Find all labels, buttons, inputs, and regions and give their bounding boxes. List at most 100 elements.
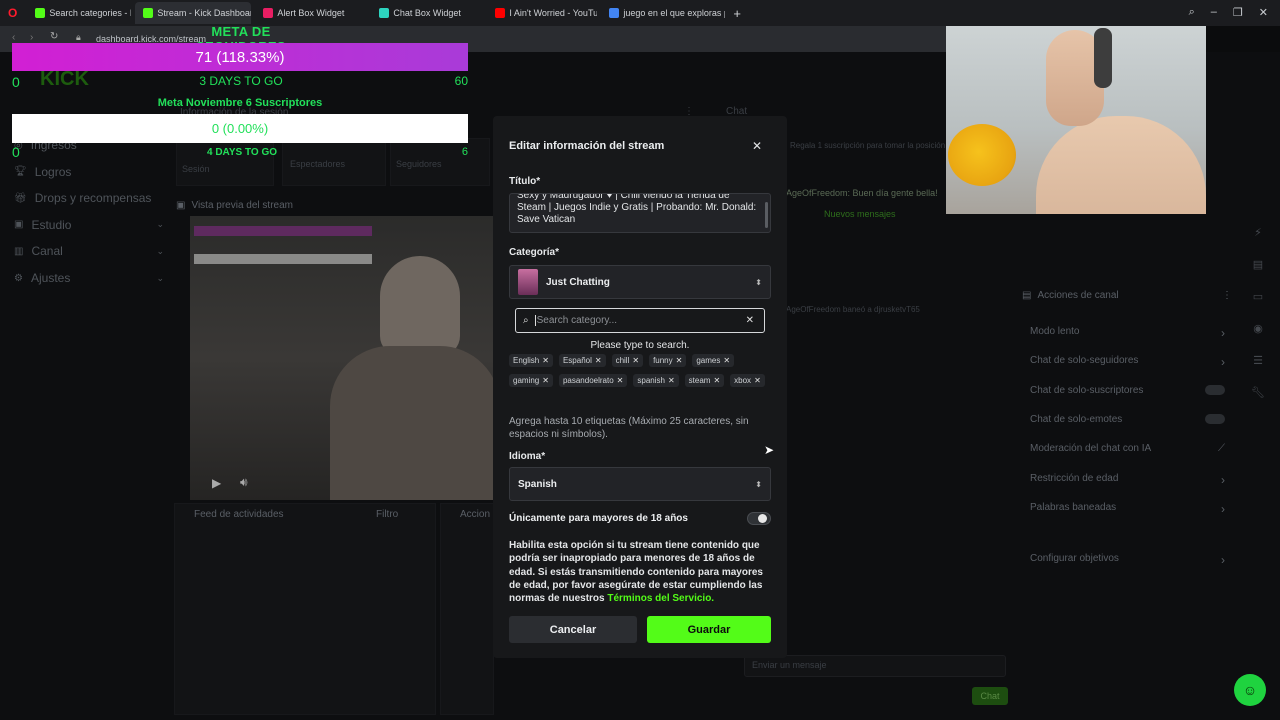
- back-icon[interactable]: ‹: [12, 32, 15, 43]
- search-icon[interactable]: ⌕: [1189, 6, 1195, 19]
- tab-favicon-icon: [609, 8, 620, 18]
- followers-label: Seguidores: [396, 159, 442, 169]
- toggle-switch[interactable]: [1205, 385, 1225, 395]
- tag-label: spanish: [637, 376, 665, 385]
- list-icon[interactable]: ☰: [1253, 354, 1263, 367]
- browser-tab[interactable]: Search categories - Kick S: [27, 2, 131, 24]
- tag-chip: spanish ✕: [633, 374, 679, 387]
- broadcast-icon[interactable]: ◉: [1253, 322, 1263, 335]
- channel-action-item[interactable]: Chat de solo-seguidores ›: [1030, 355, 1225, 369]
- support-chat-button[interactable]: ☺: [1234, 674, 1266, 706]
- title-textarea[interactable]: Sexy y Madrugador ♥ | Chill viendo la Ti…: [509, 193, 771, 233]
- chevron-right-icon[interactable]: ›: [1221, 473, 1225, 487]
- channel-action-item[interactable]: Chat de solo-suscriptores: [1030, 385, 1225, 396]
- channel-action-label: Restricción de edad: [1030, 473, 1119, 484]
- channel-action-item[interactable]: Configurar objetivos ›: [1030, 553, 1225, 567]
- sidebar-item-estudio[interactable]: ▣ Estudio ⌄: [14, 218, 164, 232]
- tag-chip: games ✕: [692, 354, 735, 367]
- play-icon[interactable]: ▶: [212, 476, 221, 490]
- language-select[interactable]: Spanish ⬍: [509, 467, 771, 501]
- remove-tag-icon[interactable]: ✕: [723, 356, 730, 365]
- tab-favicon-icon: [35, 8, 46, 18]
- clear-search-icon[interactable]: ✕: [746, 315, 754, 326]
- toggle-switch[interactable]: [1205, 414, 1225, 424]
- save-button[interactable]: Guardar: [647, 616, 771, 643]
- browser-tab[interactable]: juego en el que exploras p: [601, 2, 725, 24]
- title-scrollbar[interactable]: [765, 202, 768, 228]
- tag-list: English ✕ Español ✕ chill ✕ funny ✕ games ✕ gaming…: [509, 354, 771, 387]
- cancel-button[interactable]: Cancelar: [509, 616, 637, 643]
- lightning-icon[interactable]: ⚡︎: [1254, 226, 1262, 239]
- sub-goal-start: 0: [12, 144, 20, 160]
- remove-tag-icon[interactable]: ✕: [754, 376, 761, 385]
- channel-actions-title: Acciones de canal: [1037, 290, 1119, 301]
- chevron-down-icon: ⌄: [156, 219, 164, 230]
- reload-icon[interactable]: ↻: [50, 31, 58, 42]
- chevron-right-icon[interactable]: ›: [1221, 355, 1225, 369]
- chart-icon[interactable]: ⟋: [1218, 443, 1225, 454]
- remove-tag-icon[interactable]: ✕: [632, 356, 639, 365]
- wrench-icon[interactable]: 🔧︎: [1251, 386, 1265, 399]
- sidebar-item-ajustes[interactable]: ⚙ Ajustes ⌄: [14, 271, 164, 285]
- remove-tag-icon[interactable]: ✕: [542, 356, 549, 365]
- modal-title: Editar información del stream: [509, 140, 665, 152]
- channel-actions-header: ▤ Acciones de canal ⋮: [1022, 290, 1232, 301]
- remove-tag-icon[interactable]: ✕: [617, 376, 624, 385]
- opera-logo-icon[interactable]: O: [8, 6, 17, 20]
- actions-panel: [440, 503, 494, 715]
- tab-favicon-icon: [143, 8, 154, 18]
- channel-action-item[interactable]: Modo lento ›: [1030, 326, 1225, 340]
- minimize-icon[interactable]: –: [1211, 6, 1217, 19]
- channel-action-item[interactable]: Chat de solo-emotes: [1030, 414, 1225, 425]
- close-window-icon[interactable]: ✕: [1259, 6, 1268, 19]
- browser-tab[interactable]: Chat Box Widget: [371, 2, 483, 24]
- tag-label: pasandoelrato: [562, 376, 614, 385]
- forward-icon[interactable]: ›: [30, 32, 33, 43]
- remove-tag-icon[interactable]: ✕: [595, 356, 602, 365]
- chevron-right-icon[interactable]: ›: [1221, 553, 1225, 567]
- tag-chip: gaming ✕: [509, 374, 553, 387]
- category-label: Categoría*: [509, 247, 560, 258]
- channel-action-item[interactable]: Moderación del chat con IA ⟋: [1030, 443, 1225, 454]
- chevron-right-icon[interactable]: ›: [1221, 502, 1225, 516]
- close-icon[interactable]: ✕: [752, 139, 762, 153]
- tag-label: xbox: [734, 376, 752, 385]
- tab-label: Chat Box Widget: [393, 8, 461, 18]
- channel-action-label: Chat de solo-seguidores: [1030, 355, 1139, 366]
- chat-send-button[interactable]: Chat: [972, 687, 1008, 705]
- terms-link[interactable]: Términos del Servicio.: [607, 593, 714, 604]
- browser-tab[interactable]: Stream - Kick Dashboard: [135, 2, 252, 24]
- tag-chip: chill ✕: [611, 354, 644, 367]
- volume-icon[interactable]: 🔊︎: [240, 475, 248, 490]
- remove-tag-icon[interactable]: ✕: [713, 376, 720, 385]
- language-label: Idioma*: [509, 451, 546, 462]
- category-search-field[interactable]: ⌕ Search category... ✕: [515, 308, 765, 333]
- chevron-right-icon[interactable]: ›: [1221, 326, 1225, 340]
- sidebar-item-logros[interactable]: 🏆︎ Logros: [14, 165, 164, 179]
- adult-help: Habilita esta opción si tu stream tiene …: [509, 539, 773, 605]
- remove-tag-icon[interactable]: ✕: [542, 376, 549, 385]
- browser-tab[interactable]: Alert Box Widget: [255, 2, 367, 24]
- remove-tag-icon[interactable]: ✕: [676, 356, 683, 365]
- channel-action-item[interactable]: Palabras baneadas ›: [1030, 502, 1225, 516]
- document-icon[interactable]: ▤: [1253, 258, 1263, 271]
- channel-action-item[interactable]: Restricción de edad ›: [1030, 473, 1225, 487]
- remove-tag-icon[interactable]: ✕: [668, 376, 675, 385]
- stream-preview-header: ▣ Vista previa del stream: [176, 196, 494, 214]
- adult-toggle[interactable]: [747, 512, 771, 525]
- preview-title: Vista previa del stream: [191, 199, 293, 211]
- sidebar-item-canal[interactable]: ▥ Canal ⌄: [14, 244, 164, 258]
- chat-bubble-icon[interactable]: ▭: [1253, 290, 1263, 303]
- category-select[interactable]: Just Chatting ⬍: [509, 265, 771, 299]
- adult-toggle-knob: [758, 514, 767, 523]
- restore-icon[interactable]: ❐: [1233, 6, 1243, 19]
- channel-actions-menu-icon[interactable]: ⋮: [1222, 290, 1232, 301]
- sidebar-item-drops[interactable]: 🎁︎ Drops y recompensas: [14, 191, 164, 205]
- category-chevron-icon: ⬍: [755, 277, 762, 287]
- activity-filter-button[interactable]: Filtro: [376, 509, 398, 520]
- stream-preview: ▶ 🔊︎: [190, 216, 494, 500]
- tag-label: English: [513, 356, 540, 365]
- new-tab-button[interactable]: +: [733, 6, 741, 21]
- session-label: Sesión: [182, 164, 210, 174]
- browser-tab[interactable]: I Ain't Worried - YouTu: [487, 2, 597, 24]
